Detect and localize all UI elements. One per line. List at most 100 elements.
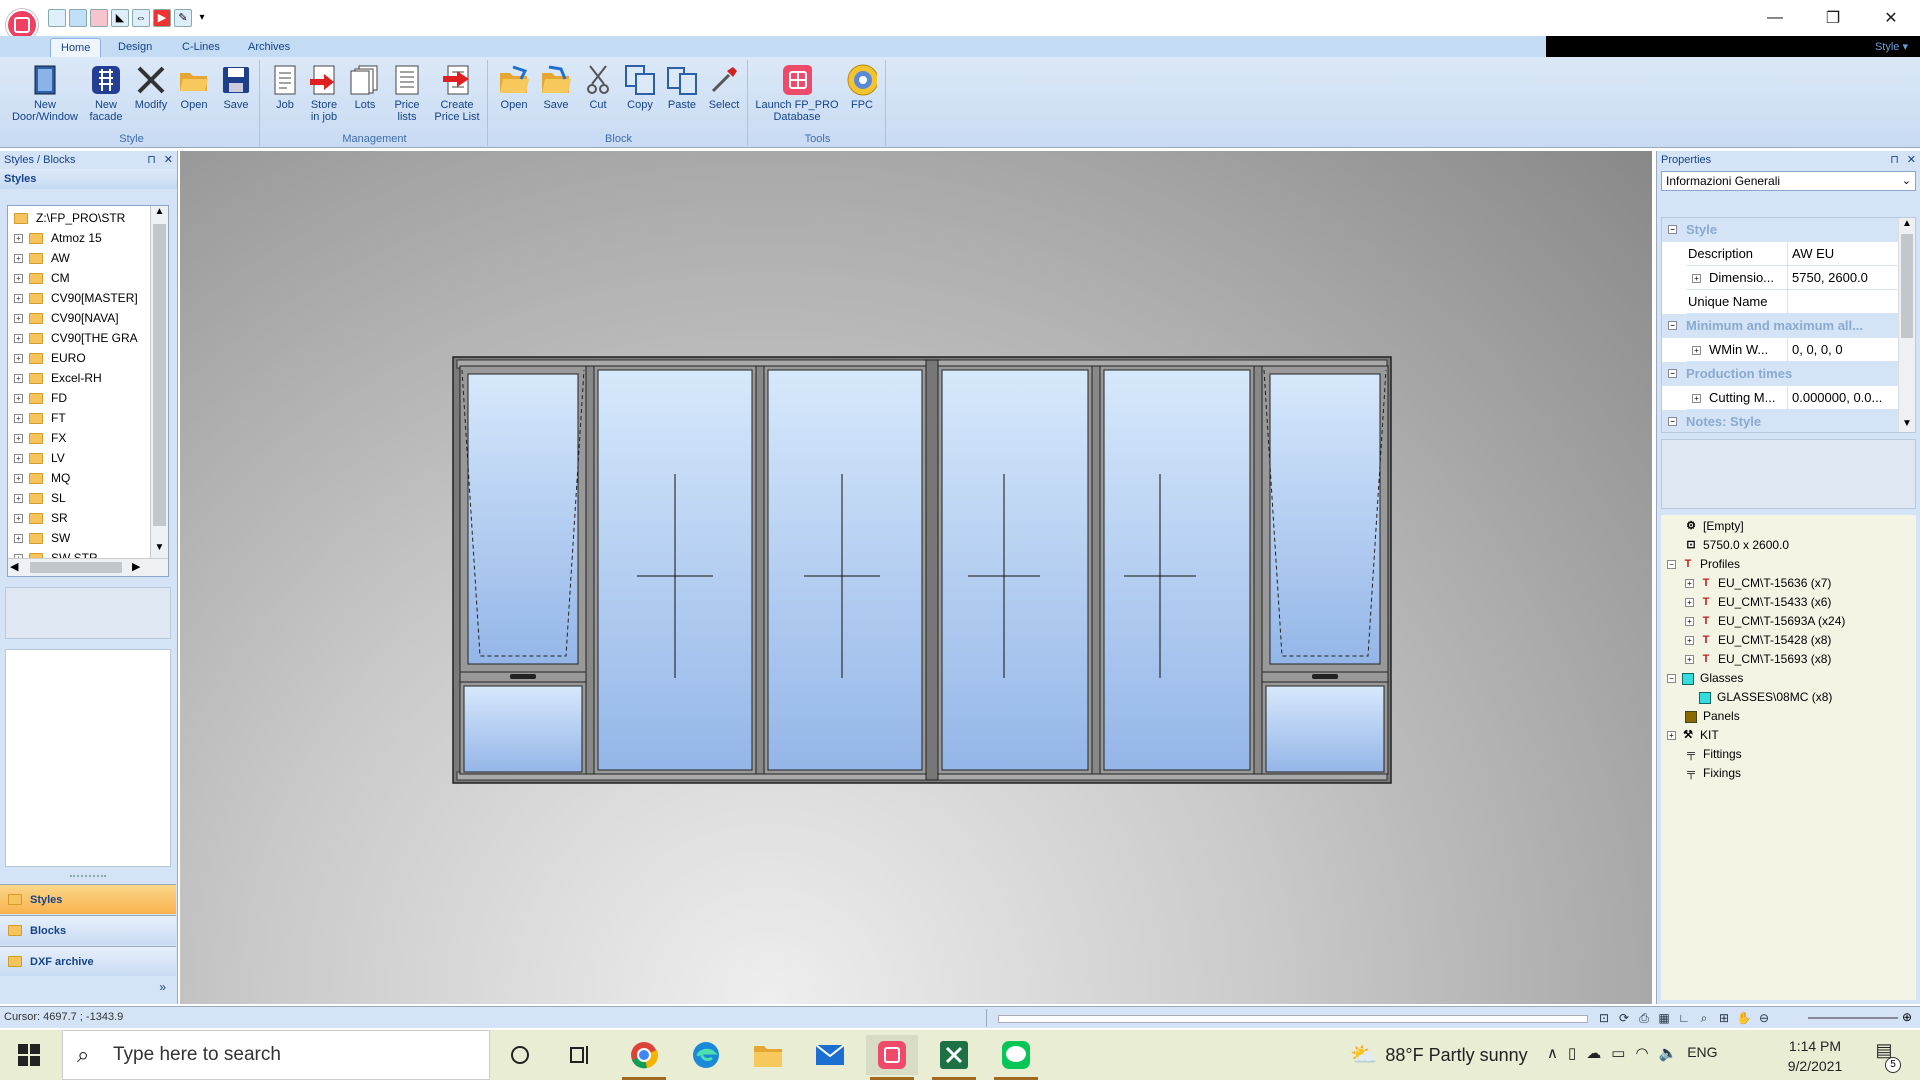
prop-value[interactable]: 0, 0, 0, 0 bbox=[1792, 338, 1899, 362]
job-button[interactable]: Job bbox=[268, 64, 302, 111]
edge-icon[interactable] bbox=[680, 1035, 732, 1075]
close-button[interactable]: ✕ bbox=[1862, 0, 1920, 36]
select-button[interactable]: Select bbox=[704, 64, 744, 111]
tree-item[interactable]: + FD bbox=[14, 388, 67, 408]
prop-row-unique-name[interactable]: Unique Name bbox=[1686, 290, 1899, 314]
splitter-grip[interactable] bbox=[70, 875, 106, 879]
file-explorer-icon[interactable] bbox=[742, 1035, 794, 1075]
tree-item[interactable]: + SL bbox=[14, 488, 66, 508]
launch-database-button[interactable]: Launch FP_PRO Database bbox=[754, 64, 840, 123]
tab-design[interactable]: Design bbox=[108, 38, 162, 57]
tree-item[interactable]: + AW bbox=[14, 248, 70, 268]
block-open-button[interactable]: Open bbox=[494, 64, 534, 111]
tree-item[interactable]: + CV90[THE GRA bbox=[14, 328, 138, 348]
expand-icon[interactable]: + bbox=[14, 513, 23, 523]
view-icon[interactable] bbox=[69, 9, 87, 27]
expand-icon[interactable]: + bbox=[14, 453, 23, 463]
modify-button[interactable]: Modify bbox=[130, 64, 172, 111]
comp-glasses[interactable]: − Glasses bbox=[1667, 669, 1743, 688]
price-lists-button[interactable]: Price lists bbox=[386, 64, 428, 123]
prop-row-description[interactable]: Description AW EU bbox=[1686, 242, 1899, 266]
expand-icon[interactable]: + bbox=[1685, 598, 1694, 607]
zoom-icon[interactable]: ⌕ bbox=[1696, 1010, 1712, 1026]
comp-panels[interactable]: Panels bbox=[1685, 707, 1740, 726]
tree-item[interactable]: + MQ bbox=[14, 468, 70, 488]
redraw-icon[interactable]: ⟳ bbox=[1616, 1010, 1632, 1026]
excel-icon[interactable] bbox=[928, 1035, 980, 1080]
task-view-icon[interactable] bbox=[554, 1035, 606, 1075]
print-icon[interactable]: ⎙ bbox=[1636, 1010, 1652, 1026]
close-panel-icon[interactable]: ✕ bbox=[1907, 154, 1916, 166]
tab-archives[interactable]: Archives bbox=[238, 38, 300, 57]
new-icon[interactable] bbox=[48, 9, 66, 27]
tab-home[interactable]: Home bbox=[50, 38, 102, 57]
taskbar-search[interactable]: ⌕ Type here to search bbox=[62, 1030, 490, 1080]
weather-widget[interactable]: ⛅ 88°F Partly sunny bbox=[1350, 1030, 1528, 1080]
export-icon[interactable]: ▶ bbox=[153, 9, 171, 27]
arrow-icon[interactable]: ◣ bbox=[111, 9, 129, 27]
expand-icon[interactable]: + bbox=[14, 433, 23, 443]
resize-icon[interactable]: ⇔ bbox=[132, 9, 150, 27]
expand-icon[interactable]: + bbox=[14, 413, 23, 423]
scroll-thumb[interactable] bbox=[153, 224, 166, 526]
store-in-job-button[interactable]: Store in job bbox=[304, 64, 344, 123]
measure-icon[interactable]: ∟ bbox=[1676, 1010, 1692, 1026]
paste-button[interactable]: Paste bbox=[662, 64, 702, 111]
tree-item[interactable]: + CV90[NAVA] bbox=[14, 308, 119, 328]
expand-icon[interactable]: + bbox=[1685, 579, 1694, 588]
profile-item[interactable]: + T EU_CM\T-15433 (x6) bbox=[1685, 593, 1831, 612]
mail-icon[interactable] bbox=[804, 1035, 856, 1075]
wifi-icon[interactable]: ◠ bbox=[1635, 1044, 1648, 1062]
scroll-down-icon[interactable]: ▼ bbox=[151, 542, 168, 558]
cloud-icon[interactable]: ☁ bbox=[1586, 1044, 1601, 1062]
tree-vertical-scrollbar[interactable]: ▲ ▼ bbox=[150, 206, 168, 558]
expand-icon[interactable]: + bbox=[1685, 617, 1694, 626]
show-hidden-icons-icon[interactable]: ∧ bbox=[1547, 1044, 1558, 1062]
profile-item[interactable]: + T EU_CM\T-15693 (x8) bbox=[1685, 650, 1831, 669]
profile-item[interactable]: + T EU_CM\T-15636 (x7) bbox=[1685, 574, 1831, 593]
comp-size[interactable]: ⊡ 5750.0 x 2600.0 bbox=[1685, 536, 1789, 555]
tree-item[interactable]: + CM bbox=[14, 268, 70, 288]
property-grid-scrollbar[interactable]: ▲ ▼ bbox=[1898, 218, 1915, 432]
line-app-icon[interactable] bbox=[990, 1035, 1042, 1080]
zoom-slider[interactable] bbox=[1808, 1017, 1898, 1019]
prop-value[interactable]: 0.000000, 0.0... bbox=[1792, 386, 1899, 410]
chrome-icon[interactable] bbox=[618, 1035, 670, 1080]
prop-row-dimension[interactable]: + Dimensio... 5750, 2600.0 bbox=[1686, 266, 1899, 290]
fit-view-icon[interactable]: ⊡ bbox=[1596, 1010, 1612, 1026]
prop-value[interactable]: AW EU bbox=[1792, 242, 1899, 266]
tree-item[interactable]: + CV90[MASTER] bbox=[14, 288, 138, 308]
expand-icon[interactable]: + bbox=[14, 373, 23, 383]
collapse-icon[interactable]: − bbox=[1668, 225, 1677, 234]
zoom-out-icon[interactable]: ⊖ bbox=[1756, 1010, 1772, 1026]
save-button[interactable]: Save bbox=[216, 64, 256, 111]
scroll-up-icon[interactable]: ▲ bbox=[1899, 218, 1915, 232]
window-zoom-icon[interactable]: ⊞ bbox=[1716, 1010, 1732, 1026]
property-category-select[interactable]: Informazioni Generali ⌄ bbox=[1661, 171, 1916, 191]
create-price-list-button[interactable]: Create Price List bbox=[430, 64, 484, 123]
volume-icon[interactable]: 🔈 bbox=[1659, 1044, 1678, 1062]
expand-icon[interactable]: + bbox=[14, 353, 23, 363]
canvas-horizontal-scrollbar[interactable] bbox=[998, 1015, 1588, 1023]
prop-value[interactable]: 5750, 2600.0 bbox=[1792, 266, 1899, 290]
restore-button[interactable]: ❐ bbox=[1804, 0, 1862, 36]
style-icon[interactable] bbox=[90, 9, 108, 27]
scroll-thumb[interactable] bbox=[1901, 234, 1913, 338]
profile-item[interactable]: + T EU_CM\T-15693A (x24) bbox=[1685, 612, 1845, 631]
category-minmax[interactable]: − Minimum and maximum all... bbox=[1662, 314, 1899, 338]
comp-fittings[interactable]: ╤ Fittings bbox=[1685, 745, 1742, 764]
expand-icon[interactable]: + bbox=[14, 233, 23, 243]
clock[interactable]: 1:14 PM 9/2/2021 bbox=[1772, 1036, 1858, 1076]
pin-icon[interactable]: ⊓ bbox=[1890, 154, 1899, 166]
window-drawing[interactable] bbox=[452, 356, 1392, 786]
comp-profiles[interactable]: − T Profiles bbox=[1667, 555, 1740, 574]
expand-icon[interactable]: + bbox=[1685, 655, 1694, 664]
collapse-icon[interactable]: − bbox=[1667, 674, 1676, 683]
expand-icon[interactable]: + bbox=[1692, 394, 1701, 404]
scroll-left-icon[interactable]: ◀ bbox=[10, 560, 18, 573]
expand-icon[interactable]: + bbox=[1692, 346, 1701, 356]
tree-item[interactable]: + SR bbox=[14, 508, 68, 528]
tree-item[interactable]: + Excel-RH bbox=[14, 368, 102, 388]
cortana-icon[interactable] bbox=[494, 1035, 546, 1075]
tree-item[interactable]: + LV bbox=[14, 448, 65, 468]
